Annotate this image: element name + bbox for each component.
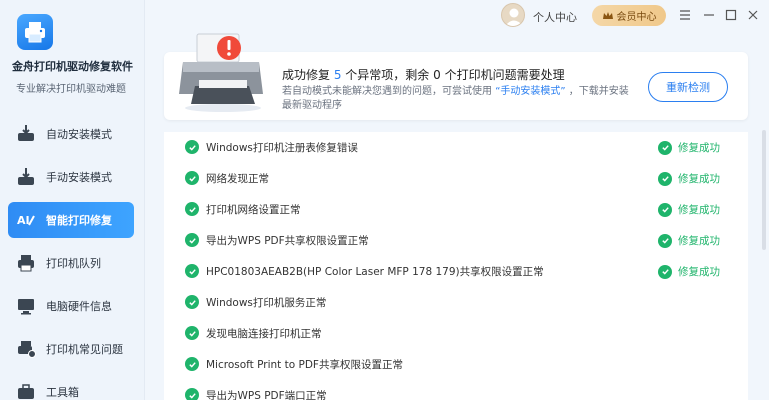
auto-install-icon: [16, 124, 36, 144]
status-badge: 修复成功: [658, 171, 720, 186]
check-circle-icon: [185, 388, 199, 400]
sidebar-item-manual-install[interactable]: 手动安装模式: [8, 159, 134, 195]
printer-warning-icon: [177, 28, 267, 114]
scrollbar[interactable]: [762, 130, 766, 250]
toolbox-icon: [16, 382, 36, 400]
list-item-label: HPC01803AEAB2B(HP Color Laser MFP 178 17…: [206, 266, 544, 278]
maximize-icon[interactable]: [723, 7, 739, 23]
summary-text: 个打印机问题需要处理: [440, 68, 565, 82]
check-circle-icon: [185, 171, 199, 185]
summary-text: 成功修复: [282, 68, 334, 82]
vip-center-label: 会员中心: [616, 12, 657, 23]
status-badge: 修复成功: [658, 233, 720, 248]
app-logo-icon: [17, 14, 53, 50]
summary-text: 个异常项，剩余: [341, 68, 434, 82]
status-label: 修复成功: [678, 235, 720, 247]
status-label: 修复成功: [678, 142, 720, 154]
crown-icon: [602, 11, 613, 19]
sidebar-item-label: 打印机队列: [46, 257, 101, 270]
recheck-button[interactable]: 重新检测: [648, 72, 728, 102]
check-circle-icon: [185, 140, 199, 154]
minimize-icon[interactable]: [701, 7, 717, 23]
user-center-link[interactable]: 个人中心: [533, 9, 577, 25]
app-name: 金舟打印机驱动修复软件: [12, 60, 133, 73]
check-circle-icon: [185, 357, 199, 371]
sidebar-item-label: 电脑硬件信息: [46, 300, 112, 313]
sidebar-item-faq[interactable]: 打印机常见问题: [8, 331, 134, 367]
list-item: HPC01803AEAB2B(HP Color Laser MFP 178 17…: [164, 256, 748, 287]
list-item-label: Windows打印机服务正常: [206, 297, 327, 309]
sidebar-item-label: 手动安装模式: [46, 171, 112, 184]
status-label: 修复成功: [678, 266, 720, 278]
list-item-label: 发现电脑连接打印机正常: [206, 328, 322, 340]
sidebar-item-smart-repair[interactable]: AI 智能打印修复: [8, 202, 134, 238]
description-text: 若自动模式未能解决您遇到的问题，可尝试使用: [282, 86, 496, 97]
hardware-info-icon: [16, 296, 36, 316]
sidebar-item-printer-queue[interactable]: 打印机队列: [8, 245, 134, 281]
repair-summary-title: 成功修复 5 个异常项，剩余 0 个打印机问题需要处理: [282, 66, 565, 83]
status-badge: 修复成功: [658, 264, 720, 279]
sidebar-item-label: 自动安装模式: [46, 128, 112, 141]
repair-summary-description: 若自动模式未能解决您遇到的问题，可尝试使用 “手动安装模式” ，下载并安装最新驱…: [282, 85, 634, 113]
printer-queue-icon: [16, 253, 36, 273]
sidebar: 金舟打印机驱动修复软件 专业解决打印机驱动难题 自动安装模式 手动安装模式 AI…: [0, 0, 145, 400]
remaining-count: 0: [433, 68, 441, 82]
list-item: Windows打印机服务正常: [164, 287, 748, 318]
check-circle-icon: [658, 202, 672, 217]
list-item: 发现电脑连接打印机正常: [164, 318, 748, 349]
manual-install-icon: [16, 167, 36, 187]
list-item-label: 打印机网络设置正常: [206, 204, 301, 216]
check-circle-icon: [185, 264, 199, 278]
check-circle-icon: [658, 233, 672, 248]
smart-repair-icon: AI: [16, 210, 36, 230]
check-circle-icon: [658, 171, 672, 186]
menu-icon[interactable]: [677, 7, 693, 23]
sidebar-item-label: 工具箱: [46, 386, 79, 399]
list-item-label: 导出为WPS PDF端口正常: [206, 390, 327, 400]
svg-text:AI: AI: [17, 214, 30, 227]
repair-results-list: Windows打印机注册表修复错误 修复成功 网络发现正常 修复成功 打印机网络设置正常…: [164, 132, 748, 400]
sidebar-item-label: 打印机常见问题: [46, 343, 123, 356]
list-item: Microsoft Print to PDF共享权限设置正常: [164, 349, 748, 380]
list-item: 导出为WPS PDF端口正常: [164, 380, 748, 400]
list-item: 网络发现正常 修复成功: [164, 163, 748, 194]
status-label: 修复成功: [678, 173, 720, 185]
manual-mode-link[interactable]: “手动安装模式”: [495, 86, 565, 97]
check-circle-icon: [185, 326, 199, 340]
check-circle-icon: [185, 295, 199, 309]
list-item: 导出为WPS PDF共享权限设置正常 修复成功: [164, 225, 748, 256]
list-item-label: Windows打印机注册表修复错误: [206, 142, 358, 154]
app-subtitle: 专业解决打印机驱动难题: [16, 84, 126, 95]
sidebar-item-toolbox[interactable]: 工具箱: [8, 374, 134, 400]
vip-center-button[interactable]: 会员中心: [592, 5, 666, 26]
list-item: Windows打印机注册表修复错误 修复成功: [164, 132, 748, 163]
list-item-label: 网络发现正常: [206, 173, 269, 185]
check-circle-icon: [185, 202, 199, 216]
check-circle-icon: [658, 264, 672, 279]
avatar[interactable]: [501, 3, 525, 27]
sidebar-item-hardware-info[interactable]: 电脑硬件信息: [8, 288, 134, 324]
status-label: 修复成功: [678, 204, 720, 216]
list-item-label: Microsoft Print to PDF共享权限设置正常: [206, 359, 403, 371]
faq-icon: [16, 339, 36, 359]
close-icon[interactable]: [745, 7, 761, 23]
check-circle-icon: [185, 233, 199, 247]
list-item-label: 导出为WPS PDF共享权限设置正常: [206, 235, 369, 247]
sidebar-item-auto-install[interactable]: 自动安装模式: [8, 116, 134, 152]
status-badge: 修复成功: [658, 140, 720, 155]
check-circle-icon: [658, 140, 672, 155]
status-badge: 修复成功: [658, 202, 720, 217]
list-item: 打印机网络设置正常 修复成功: [164, 194, 748, 225]
sidebar-item-label: 智能打印修复: [46, 214, 112, 227]
